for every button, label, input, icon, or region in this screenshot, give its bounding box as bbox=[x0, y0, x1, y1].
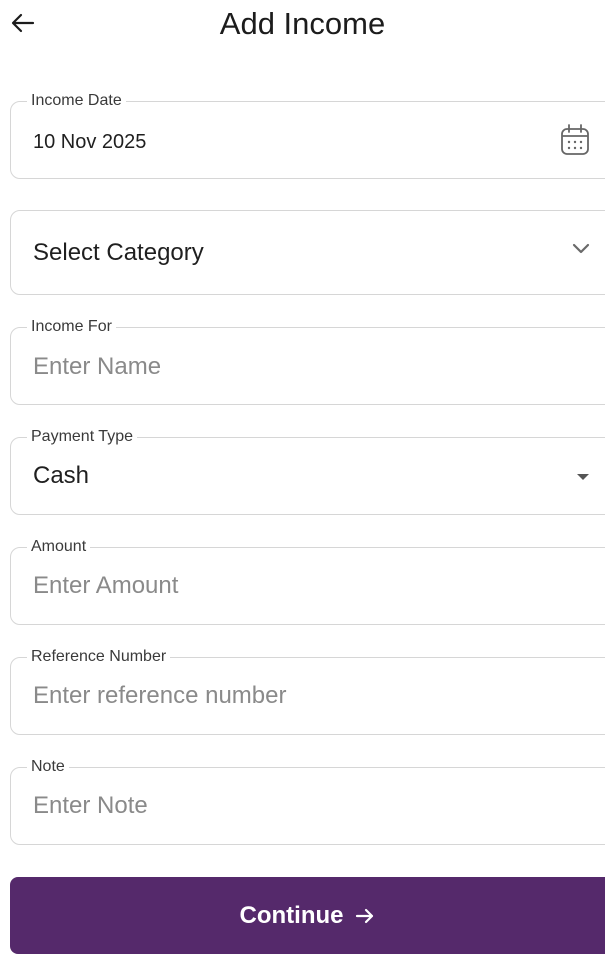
category-select[interactable]: Select Category bbox=[10, 210, 605, 295]
amount-field[interactable]: Amount Enter Amount bbox=[10, 537, 605, 625]
income-for-input: Enter Name bbox=[33, 353, 162, 380]
amount-input: Enter Amount bbox=[33, 572, 179, 599]
reference-number-field[interactable]: Reference Number Enter reference number bbox=[10, 647, 605, 735]
payment-type-value: Cash bbox=[33, 462, 90, 489]
category-select-value: Select Category bbox=[33, 239, 204, 266]
reference-number-label: Reference Number bbox=[27, 647, 171, 667]
note-input: Enter Note bbox=[33, 792, 148, 819]
app-header: Add Income bbox=[0, 0, 605, 52]
continue-label: Continue bbox=[239, 901, 344, 929]
page-title: Add Income bbox=[219, 6, 386, 41]
payment-type-select[interactable]: Payment Type Cash bbox=[10, 427, 605, 515]
income-for-field[interactable]: Income For Enter Name bbox=[10, 317, 605, 405]
calendar-icon[interactable] bbox=[559, 123, 591, 157]
income-for-label: Income For bbox=[27, 317, 116, 337]
amount-label: Amount bbox=[27, 537, 91, 557]
income-date-label: Income Date bbox=[27, 91, 126, 111]
payment-type-label: Payment Type bbox=[27, 427, 137, 447]
income-date-value: 10 Nov 2025 bbox=[33, 131, 147, 153]
arrow-right-icon bbox=[355, 907, 375, 925]
reference-number-input: Enter reference number bbox=[33, 682, 287, 709]
continue-button[interactable]: Continue bbox=[10, 877, 605, 954]
caret-down-icon bbox=[575, 472, 591, 482]
income-date-field[interactable]: Income Date 10 Nov 2025 bbox=[10, 91, 605, 179]
note-field[interactable]: Note Enter Note bbox=[10, 757, 605, 845]
note-label: Note bbox=[27, 757, 69, 777]
chevron-down-icon bbox=[571, 242, 591, 256]
